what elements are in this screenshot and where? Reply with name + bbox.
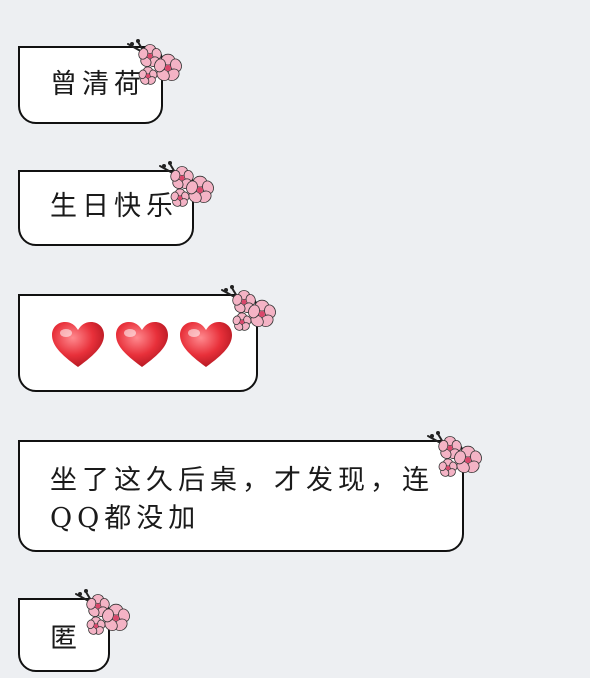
heart-icon [52,322,104,367]
cherry-blossom-icon [221,285,276,331]
heart-icon [116,322,168,367]
cherry-blossom-icon [427,431,482,477]
cherry-blossom-icon [127,39,182,85]
message-text: 坐了这久后桌，才发现，连 QQ都没加 [50,465,434,534]
message-bubble[interactable]: 坐了这久后桌，才发现，连 QQ都没加 [18,440,464,552]
cherry-blossom-icon [75,589,130,635]
cherry-blossom-icon [159,161,214,207]
